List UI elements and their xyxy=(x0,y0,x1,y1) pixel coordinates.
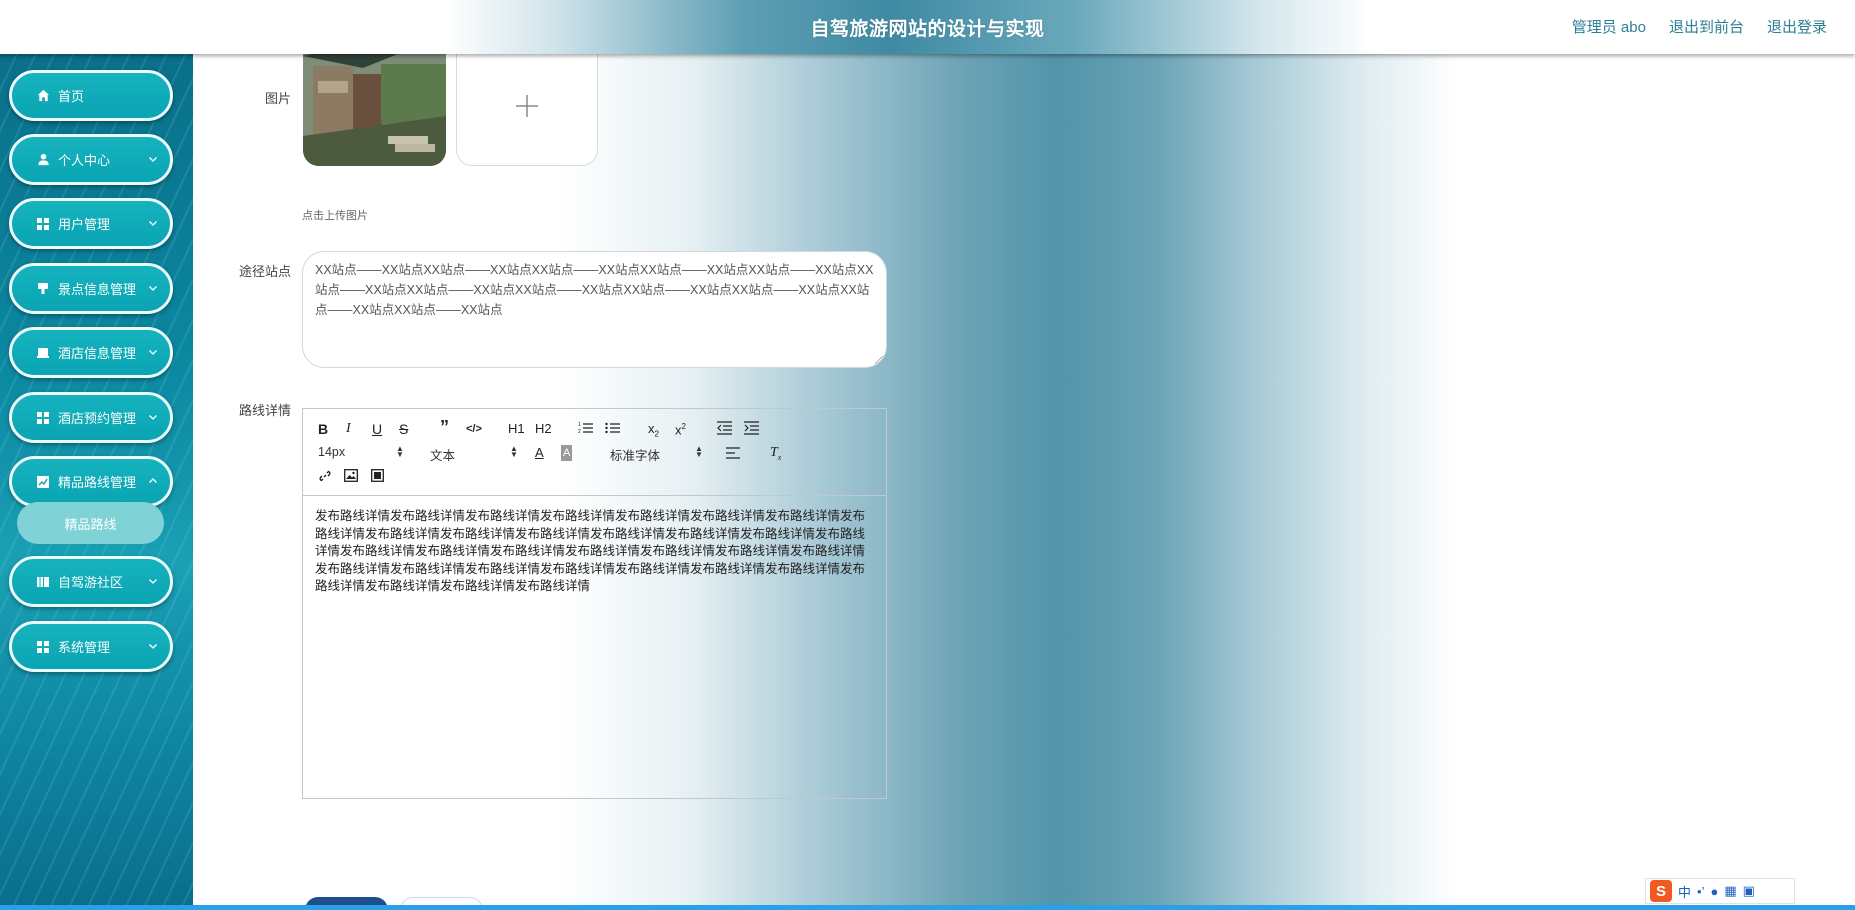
outdent-icon[interactable] xyxy=(717,421,732,435)
sidebar: 首页 个人中心 用户管理 景点信息管理 酒店信息管理 酒店预约管理 精品路线管理… xyxy=(0,54,193,910)
microphone-icon[interactable]: ● xyxy=(1710,884,1718,899)
bold-icon[interactable]: B xyxy=(318,421,328,437)
chevron-down-icon xyxy=(149,415,157,420)
video-icon[interactable] xyxy=(371,469,384,482)
resize-handle-icon[interactable] xyxy=(875,356,883,364)
ime-toolbar[interactable]: S 中 •’ ● ▦ ▣ xyxy=(1645,878,1795,904)
keyboard-icon[interactable]: ▦ xyxy=(1724,883,1736,899)
select-arrows-icon: ▲ ▼ xyxy=(396,444,404,459)
user-icon xyxy=(36,153,50,167)
sidebar-item-hotel-booking[interactable]: 酒店预约管理 xyxy=(9,392,173,443)
font-family-value: 标准字体 xyxy=(610,449,661,463)
select-arrows-icon: ▲ ▼ xyxy=(695,444,703,459)
sidebar-item-label: 个人中心 xyxy=(58,153,111,168)
route-details-value: 发布路线详情发布路线详情发布路线详情发布路线详情发布路线详情发布路线详情发布路线… xyxy=(315,509,866,593)
chevron-down-icon xyxy=(149,157,157,162)
plus-icon xyxy=(516,94,538,117)
logout-link[interactable]: 退出登录 xyxy=(1767,16,1827,37)
strikethrough-icon[interactable]: S xyxy=(399,421,408,437)
sidebar-item-home[interactable]: 首页 xyxy=(9,70,173,121)
admin-user-link[interactable]: 管理员 abo xyxy=(1572,16,1646,37)
sidebar-item-label: 酒店预约管理 xyxy=(58,411,137,426)
svg-text:2: 2 xyxy=(578,429,581,435)
landscape-photo-icon xyxy=(303,46,446,166)
sidebar-item-label: 自驾游社区 xyxy=(58,575,124,590)
header-links: 管理员 abo 退出到前台 退出登录 xyxy=(1572,16,1827,37)
ime-punctuation-icon[interactable]: •’ xyxy=(1697,884,1704,899)
route-stations-label: 途径站点 xyxy=(238,264,291,279)
svg-text:1: 1 xyxy=(578,422,581,428)
home-icon xyxy=(36,89,50,103)
bottom-scroll-bar xyxy=(0,905,1855,910)
image-icon[interactable] xyxy=(344,469,358,482)
superscript-icon[interactable]: x2 xyxy=(675,419,686,438)
subscript-icon[interactable]: x2 xyxy=(648,421,659,443)
sidebar-item-label: 用户管理 xyxy=(58,217,111,232)
flag-icon xyxy=(36,282,50,296)
ime-menu-icon[interactable]: ▣ xyxy=(1743,883,1755,899)
sidebar-item-label: 酒店信息管理 xyxy=(58,346,137,361)
sidebar-item-route-management[interactable]: 精品路线管理 xyxy=(9,456,173,507)
heading1-icon[interactable]: H1 xyxy=(508,421,525,437)
hotel-icon xyxy=(36,346,50,360)
chevron-up-icon xyxy=(149,478,157,483)
editor-toolbar: B I U S ” </> H1 H2 12 x2 x2 14px ▲ ▼ 文本 … xyxy=(303,409,886,496)
heading2-icon[interactable]: H2 xyxy=(535,421,552,437)
route-stations-value: XX站点——XX站点XX站点——XX站点XX站点——XX站点XX站点——XX站点… xyxy=(315,263,874,317)
route-stations-textarea[interactable]: XX站点——XX站点XX站点——XX站点XX站点——XX站点XX站点——XX站点… xyxy=(302,251,887,368)
editor-content-area[interactable]: 发布路线详情发布路线详情发布路线详情发布路线详情发布路线详情发布路线详情发布路线… xyxy=(303,496,886,608)
sidebar-item-attraction-management[interactable]: 景点信息管理 xyxy=(9,263,173,314)
font-color-icon[interactable]: A xyxy=(535,445,544,461)
sidebar-item-label: 首页 xyxy=(58,89,85,104)
italic-icon[interactable]: I xyxy=(346,421,351,437)
sidebar-item-label: 系统管理 xyxy=(58,640,111,655)
grid-icon xyxy=(36,640,50,654)
chevron-down-icon xyxy=(149,579,157,584)
sidebar-item-hotel-management[interactable]: 酒店信息管理 xyxy=(9,327,173,378)
ime-language-indicator[interactable]: 中 xyxy=(1678,882,1691,901)
sogou-logo-icon: S xyxy=(1650,880,1672,902)
grid-icon xyxy=(36,411,50,425)
font-family-select[interactable]: 标准字体 ▲ ▼ xyxy=(610,445,705,464)
underline-icon[interactable]: U xyxy=(372,421,382,437)
rich-text-editor: B I U S ” </> H1 H2 12 x2 x2 14px ▲ ▼ 文本 … xyxy=(302,408,887,799)
background-color-icon[interactable]: A xyxy=(561,445,573,461)
font-size-select[interactable]: 14px ▲ ▼ xyxy=(318,444,404,460)
chart-icon xyxy=(36,475,50,489)
upload-hint: 点击上传图片 xyxy=(302,210,368,222)
chevron-down-icon xyxy=(149,221,157,226)
sidebar-item-user-management[interactable]: 用户管理 xyxy=(9,198,173,249)
indent-icon[interactable] xyxy=(744,421,759,435)
sidebar-item-community[interactable]: 自驾游社区 xyxy=(9,556,173,607)
back-to-front-link[interactable]: 退出到前台 xyxy=(1669,16,1744,37)
chevron-down-icon xyxy=(149,286,157,291)
sidebar-item-label: 景点信息管理 xyxy=(58,282,137,297)
sidebar-item-personal-center[interactable]: 个人中心 xyxy=(9,134,173,185)
bars-icon xyxy=(36,575,50,589)
uploaded-image-thumbnail[interactable] xyxy=(303,46,446,166)
sidebar-subitem-featured-routes[interactable]: 精品路线 xyxy=(17,502,164,544)
sidebar-item-label: 精品路线管理 xyxy=(58,475,137,490)
link-icon[interactable] xyxy=(318,469,332,483)
blockquote-icon[interactable]: ” xyxy=(440,418,449,436)
image-label: 图片 xyxy=(264,91,291,106)
ordered-list-icon[interactable]: 12 xyxy=(578,421,593,435)
chevron-down-icon xyxy=(149,644,157,649)
sidebar-item-system-management[interactable]: 系统管理 xyxy=(9,621,173,672)
upload-image-button[interactable] xyxy=(456,46,598,166)
code-block-icon[interactable]: </> xyxy=(466,421,482,437)
font-size-value: 14px xyxy=(318,445,346,459)
bullet-list-icon[interactable] xyxy=(605,421,620,435)
grid-icon xyxy=(36,217,50,231)
top-header: 自驾旅游网站的设计与实现 管理员 abo 退出到前台 退出登录 xyxy=(0,0,1855,54)
text-type-select[interactable]: 文本 ▲ ▼ xyxy=(430,444,518,464)
select-arrows-icon: ▲ ▼ xyxy=(510,444,518,459)
route-details-label: 路线详情 xyxy=(238,403,291,418)
text-type-value: 文本 xyxy=(430,449,456,463)
chevron-down-icon xyxy=(149,350,157,355)
clear-format-icon[interactable]: Tx xyxy=(770,445,781,466)
align-icon[interactable] xyxy=(726,447,740,459)
